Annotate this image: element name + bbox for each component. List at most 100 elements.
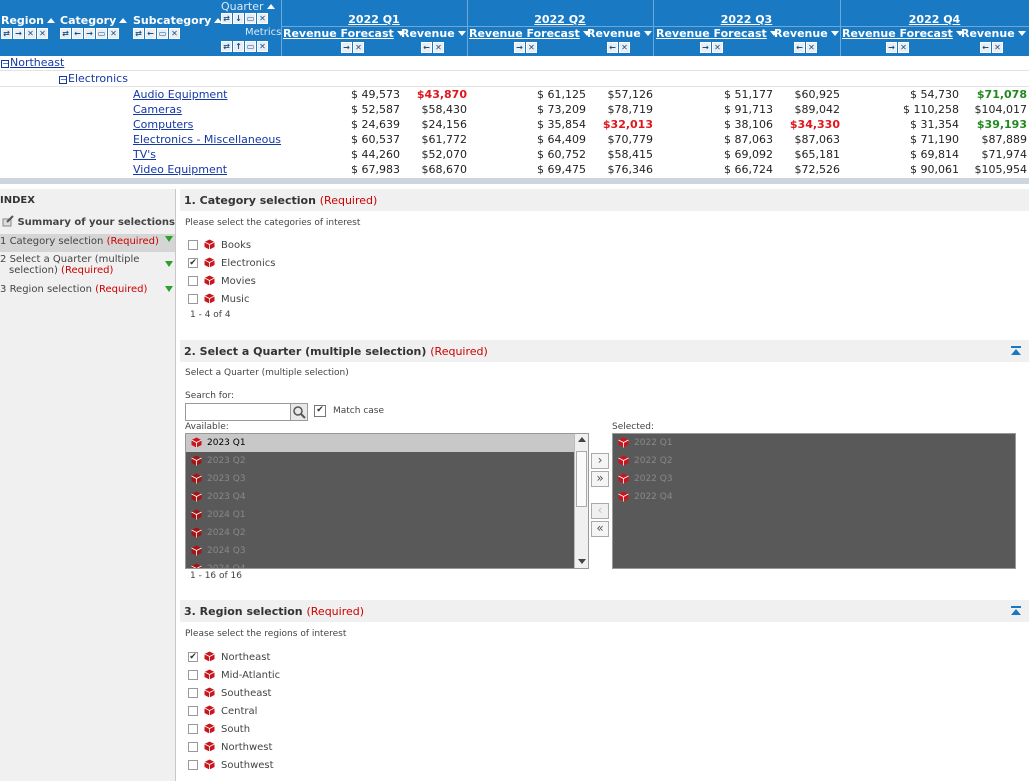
- pivot-icon[interactable]: ⇄: [221, 41, 232, 52]
- pivot-icon[interactable]: ⇄: [1, 28, 12, 39]
- page-icon[interactable]: ▭: [96, 28, 107, 39]
- page-icon[interactable]: ▭: [157, 28, 168, 39]
- remove-icon[interactable]: ✕: [37, 28, 48, 39]
- remove-icon[interactable]: ✕: [257, 13, 268, 24]
- region-checkbox[interactable]: ✔: [188, 652, 198, 662]
- category-checkbox[interactable]: [188, 240, 198, 250]
- metric-revenue-forecast-header[interactable]: Revenue Forecast: [469, 27, 591, 40]
- move-right-icon[interactable]: →: [886, 42, 897, 53]
- available-item[interactable]: 2023 Q2: [207, 456, 246, 466]
- metric-revenue-header[interactable]: Revenue: [961, 27, 1026, 40]
- summary-link[interactable]: Summary of your selections: [2, 215, 175, 228]
- collapse-icon[interactable]: −: [1, 60, 9, 68]
- subcategory-link[interactable]: TV's: [133, 148, 156, 161]
- subcategory-link[interactable]: Electronics - Miscellaneous: [133, 133, 281, 146]
- remove-icon[interactable]: ✕: [898, 42, 909, 53]
- listbox-scrollbar[interactable]: [574, 434, 588, 568]
- collapse-icon[interactable]: −: [59, 76, 67, 84]
- move-right-icon[interactable]: →: [13, 28, 24, 39]
- move-left-icon[interactable]: ←: [607, 42, 618, 53]
- add-button[interactable]: ›: [591, 453, 609, 469]
- quarter-header[interactable]: Quarter: [221, 0, 275, 13]
- remove-icon[interactable]: ✕: [433, 42, 444, 53]
- subcategory-link[interactable]: Computers: [133, 118, 193, 131]
- metric-revenue-forecast-header[interactable]: Revenue Forecast: [842, 27, 964, 40]
- move-left-icon[interactable]: ←: [145, 28, 156, 39]
- region-checkbox[interactable]: [188, 670, 198, 680]
- move-right-icon[interactable]: →: [700, 42, 711, 53]
- move-up-icon[interactable]: ↑: [233, 41, 244, 52]
- scroll-down-icon[interactable]: [578, 559, 586, 564]
- region-checkbox[interactable]: [188, 688, 198, 698]
- move-left-icon[interactable]: ←: [794, 42, 805, 53]
- move-right-icon[interactable]: →: [514, 42, 525, 53]
- remove-icon[interactable]: ✕: [353, 42, 364, 53]
- available-item[interactable]: 2024 Q2: [207, 528, 246, 538]
- selected-item[interactable]: 2022 Q4: [634, 492, 673, 502]
- available-item[interactable]: 2023 Q1: [207, 438, 246, 448]
- region-checkbox[interactable]: [188, 760, 198, 770]
- metric-revenue-header[interactable]: Revenue: [587, 27, 652, 40]
- quarter-col-2022-q2[interactable]: 2022 Q2: [467, 13, 653, 26]
- category-checkbox[interactable]: ✔: [188, 258, 198, 268]
- available-item[interactable]: 2023 Q4: [207, 492, 246, 502]
- index-item-quarter[interactable]: 2 Select a Quarter (multiple selection) …: [0, 254, 175, 282]
- remove-icon[interactable]: ✕: [169, 28, 180, 39]
- subcategory-link[interactable]: Cameras: [133, 103, 182, 116]
- category-electronics[interactable]: −Electronics: [59, 72, 128, 85]
- collapse-section-icon[interactable]: [1011, 606, 1021, 616]
- selected-item[interactable]: 2022 Q2: [634, 456, 673, 466]
- subcategory-link[interactable]: Video Equipment: [133, 163, 227, 176]
- index-item-category[interactable]: 1 Category selection (Required): [0, 234, 175, 252]
- remove-icon[interactable]: ✕: [806, 42, 817, 53]
- remove-icon[interactable]: ✕: [25, 28, 36, 39]
- quarter-col-2022-q4[interactable]: 2022 Q4: [840, 13, 1029, 26]
- page-icon[interactable]: ▭: [245, 41, 256, 52]
- move-left-icon[interactable]: ←: [421, 42, 432, 53]
- available-item[interactable]: 2023 Q3: [207, 474, 246, 484]
- remove-icon[interactable]: ✕: [108, 28, 119, 39]
- available-item[interactable]: 2024 Q3: [207, 546, 246, 556]
- metric-revenue-forecast-header[interactable]: Revenue Forecast: [283, 27, 405, 40]
- metric-revenue-header[interactable]: Revenue: [401, 27, 466, 40]
- remove-icon[interactable]: ✕: [619, 42, 630, 53]
- metric-revenue-header[interactable]: Revenue: [774, 27, 839, 40]
- selected-item[interactable]: 2022 Q3: [634, 474, 673, 484]
- move-right-icon[interactable]: →: [341, 42, 352, 53]
- available-item[interactable]: 2024 Q4: [207, 564, 246, 568]
- region-northeast[interactable]: −Northeast: [1, 56, 64, 69]
- move-right-icon[interactable]: →: [84, 28, 95, 39]
- pivot-icon[interactable]: ⇄: [133, 28, 144, 39]
- move-left-icon[interactable]: ←: [72, 28, 83, 39]
- pivot-icon[interactable]: ⇄: [221, 13, 232, 24]
- quarter-col-2022-q3[interactable]: 2022 Q3: [653, 13, 840, 26]
- region-checkbox[interactable]: [188, 706, 198, 716]
- category-header[interactable]: Category: [60, 14, 128, 27]
- scroll-thumb[interactable]: [576, 451, 587, 507]
- quarter-col-2022-q1[interactable]: 2022 Q1: [281, 13, 467, 26]
- remove-icon[interactable]: ✕: [257, 41, 268, 52]
- available-listbox[interactable]: 2023 Q1 2023 Q2 2023 Q3 2023 Q4 2024 Q1 2024 …: [185, 433, 589, 569]
- remove-icon[interactable]: ✕: [712, 42, 723, 53]
- selected-listbox[interactable]: 2022 Q1 2022 Q2 2022 Q3 2022 Q4: [612, 433, 1016, 569]
- remove-all-button[interactable]: «: [591, 521, 609, 537]
- remove-button[interactable]: ‹: [591, 503, 609, 519]
- match-case-checkbox[interactable]: ✔: [314, 405, 326, 417]
- search-input[interactable]: [185, 403, 291, 421]
- move-left-icon[interactable]: ←: [980, 42, 991, 53]
- page-icon[interactable]: ▭: [245, 13, 256, 24]
- available-item[interactable]: 2024 Q1: [207, 510, 246, 520]
- pivot-icon[interactable]: ⇄: [60, 28, 71, 39]
- category-checkbox[interactable]: [188, 294, 198, 304]
- subcategory-header[interactable]: Subcategory: [133, 14, 223, 27]
- collapse-section-icon[interactable]: [1011, 346, 1021, 356]
- selected-item[interactable]: 2022 Q1: [634, 438, 673, 448]
- remove-icon[interactable]: ✕: [992, 42, 1003, 53]
- index-item-region[interactable]: 3 Region selection (Required): [0, 284, 175, 300]
- scroll-up-icon[interactable]: [578, 437, 586, 442]
- region-checkbox[interactable]: [188, 724, 198, 734]
- region-checkbox[interactable]: [188, 742, 198, 752]
- metric-revenue-forecast-header[interactable]: Revenue Forecast: [656, 27, 778, 40]
- region-header[interactable]: Region: [1, 14, 55, 27]
- remove-icon[interactable]: ✕: [526, 42, 537, 53]
